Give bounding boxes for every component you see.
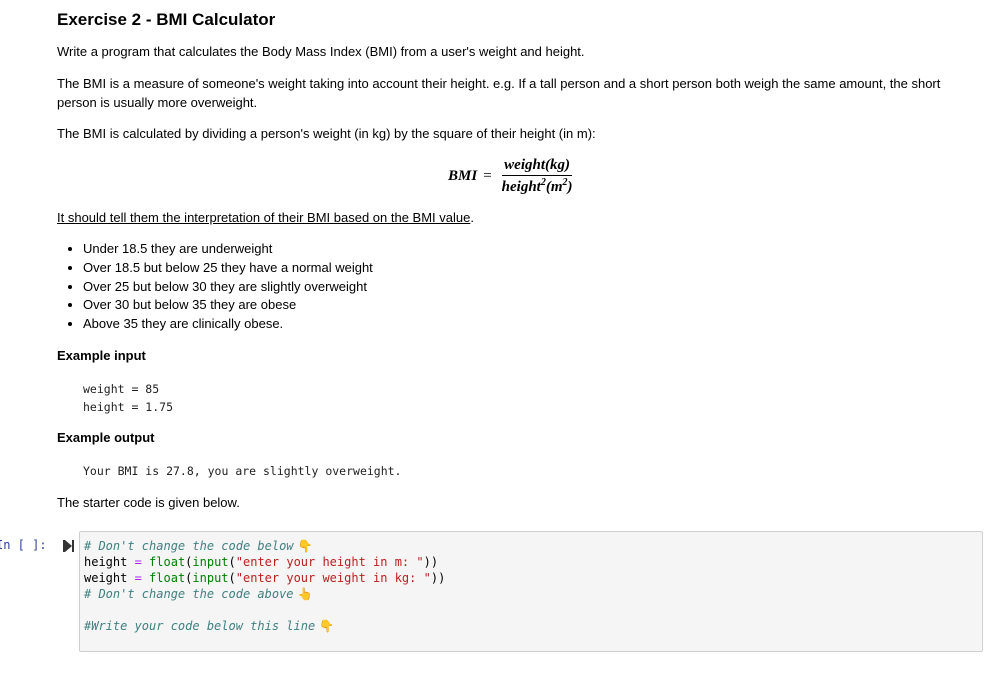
cell-prompt: In [ ]: [0, 538, 47, 552]
code-token: input [192, 555, 229, 569]
code-token: height [84, 555, 128, 569]
code-cell[interactable]: # Don't change the code below 👇 height = … [79, 531, 983, 652]
example-output-heading: Example output [57, 430, 155, 445]
code-token: "enter your weight in kg: " [235, 571, 431, 585]
code-token: weight [84, 571, 128, 585]
example-input-heading: Example input [57, 348, 146, 363]
formula-equals: = [483, 168, 492, 184]
code-comment: # Don't change the code below [84, 539, 294, 553]
pointing-up-icon: 👆 [297, 587, 313, 601]
run-cell-icon[interactable] [63, 540, 75, 552]
list-item: Above 35 they are clinically obese. [83, 315, 373, 334]
bmi-rules-list: Under 18.5 they are underweight Over 18.… [57, 240, 373, 334]
interpretation-text: It should tell them the interpretation o… [57, 210, 471, 225]
denominator-close: ) [567, 179, 573, 195]
code-comment: #Write your code below this line [84, 619, 316, 633]
formula-lhs: BMI [448, 168, 478, 184]
bmi-formula: BMI = weight(kg) height2(m2) [448, 157, 575, 196]
interpretation-paragraph: It should tell them the interpretation o… [57, 208, 967, 227]
code-token: ( [228, 555, 236, 569]
list-item: Over 18.5 but below 25 they have a norma… [83, 259, 373, 278]
list-item: Under 18.5 they are underweight [83, 240, 373, 259]
denominator-unit: (m [545, 179, 563, 195]
example-input-code: weight = 85 height = 1.75 [83, 380, 173, 416]
example-input-line: height = 1.75 [83, 400, 174, 414]
starter-paragraph: The starter code is given below. [57, 495, 240, 510]
code-token: float [149, 571, 186, 585]
code-comment: # Don't change the code above [84, 587, 294, 601]
formula-fraction: weight(kg) height2(m2) [500, 157, 575, 196]
denominator-base: height [501, 179, 541, 195]
code-token: input [192, 571, 229, 585]
code-token: "enter your height in m: " [235, 555, 424, 569]
code-token: = [127, 555, 150, 569]
code-token: = [127, 571, 150, 585]
code-token: ( [228, 571, 236, 585]
list-item: Over 25 but below 30 they are slightly o… [83, 278, 373, 297]
code-token: float [149, 555, 186, 569]
page-title: Exercise 2 - BMI Calculator [57, 10, 276, 29]
formula-denominator: height2(m2) [500, 176, 575, 196]
code-token: )) [423, 555, 439, 569]
calculation-paragraph: The BMI is calculated by dividing a pers… [57, 126, 596, 141]
pointing-down-icon: 👇 [297, 539, 313, 553]
intro-paragraph: Write a program that calculates the Body… [57, 44, 585, 59]
code-token: )) [430, 571, 446, 585]
list-item: Over 30 but below 35 they are obese [83, 296, 373, 315]
example-output-code: Your BMI is 27.8, you are slightly overw… [83, 464, 402, 478]
formula-numerator: weight(kg) [502, 157, 572, 176]
example-input-line: weight = 85 [83, 382, 160, 396]
pointing-down-icon: 👇 [319, 619, 335, 633]
measure-paragraph: The BMI is a measure of someone's weight… [57, 76, 941, 110]
code-editor[interactable]: # Don't change the code below 👇 height = … [84, 538, 445, 634]
interpretation-period: . [470, 210, 474, 225]
